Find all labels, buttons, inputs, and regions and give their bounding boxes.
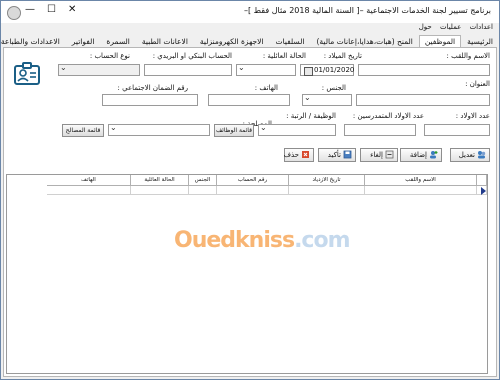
job-label: الوظيفة / الرتبة : bbox=[286, 112, 336, 120]
phone-label: الهاتف : bbox=[254, 84, 278, 92]
close-button[interactable]: ✕ bbox=[68, 4, 76, 15]
name-input[interactable] bbox=[358, 64, 490, 76]
users-icon bbox=[477, 150, 486, 159]
birth-date-value: 01/01/2020 bbox=[314, 66, 355, 74]
delete-icon bbox=[301, 150, 310, 159]
school-children-label: عدد الاولاد المتمدرسين : bbox=[352, 112, 424, 120]
cancel-button[interactable]: إلغاء bbox=[360, 148, 398, 162]
undo-icon bbox=[385, 150, 394, 159]
delete-button[interactable]: حذف bbox=[284, 148, 314, 162]
children-input[interactable] bbox=[424, 124, 490, 136]
address-label: العنوان : bbox=[465, 80, 490, 88]
title-bar: برنامج تسيير لجنة الخدمات الاجتماعية –[ … bbox=[1, 1, 499, 23]
window-title: برنامج تسيير لجنة الخدمات الاجتماعية –[ … bbox=[244, 6, 491, 15]
menu-bar: اعدادات عمليات حول bbox=[1, 23, 499, 34]
phone-input[interactable] bbox=[208, 94, 290, 106]
app-window: برنامج تسيير لجنة الخدمات الاجتماعية –[ … bbox=[0, 0, 500, 380]
confirm-label: تأكيد bbox=[327, 151, 341, 159]
edit-label: تعديل bbox=[458, 151, 475, 159]
add-user-icon bbox=[429, 150, 438, 159]
column-header-name[interactable]: الاسم واللقب bbox=[365, 175, 477, 186]
edit-button[interactable]: تعديل bbox=[450, 148, 490, 162]
address-input[interactable] bbox=[356, 94, 490, 106]
table-header: الاسم واللقب تاريخ الازدياد رقم الحساب ا… bbox=[7, 175, 487, 186]
column-header-gender[interactable]: الجنس bbox=[189, 175, 217, 186]
account-type-label: نوع الحساب : bbox=[89, 52, 130, 60]
current-row-indicator bbox=[481, 187, 486, 195]
job-select[interactable] bbox=[258, 123, 336, 136]
window-controls: — ☐ ✕ bbox=[25, 4, 76, 15]
name-label: الاسم واللقب : bbox=[446, 52, 490, 60]
watermark-logo: Ouedkniss.com bbox=[174, 228, 351, 253]
minimize-button[interactable]: — bbox=[25, 4, 35, 15]
tab-strip: الرئيسية الموظفين المنح (هبات،هدايا،إعان… bbox=[1, 35, 499, 48]
birth-date-label: تاريخ الميلاد : bbox=[323, 52, 362, 60]
gender-select[interactable] bbox=[302, 93, 352, 106]
school-children-input[interactable] bbox=[344, 124, 416, 136]
cancel-label: إلغاء bbox=[370, 151, 383, 159]
ssn-input[interactable] bbox=[102, 94, 198, 106]
bank-account-label: الحساب البنكي او البريدي : bbox=[152, 52, 232, 60]
departments-list-button[interactable]: قائمة المصالح bbox=[62, 124, 104, 137]
account-type-select[interactable] bbox=[58, 63, 140, 76]
column-header-phone[interactable]: الهاتف bbox=[47, 175, 131, 186]
menu-operations[interactable]: عمليات bbox=[440, 23, 461, 31]
calendar-icon[interactable] bbox=[304, 67, 313, 76]
gender-label: الجنس : bbox=[321, 84, 346, 92]
employees-table[interactable]: الاسم واللقب تاريخ الازدياد رقم الحساب ا… bbox=[6, 174, 488, 374]
column-header-account[interactable]: رقم الحساب bbox=[217, 175, 289, 186]
row-selector-header bbox=[477, 175, 487, 186]
menu-about[interactable]: حول bbox=[419, 23, 432, 31]
children-label: عدد الاولاد : bbox=[455, 112, 490, 120]
table-row[interactable] bbox=[7, 186, 487, 195]
employee-card-icon bbox=[12, 60, 42, 90]
bank-account-input[interactable] bbox=[144, 64, 232, 76]
column-header-birthdate[interactable]: تاريخ الازدياد bbox=[289, 175, 365, 186]
employees-panel: الاسم واللقب : تاريخ الميلاد : الحالة ال… bbox=[3, 47, 497, 377]
add-label: إضافة bbox=[409, 151, 427, 159]
column-header-marital[interactable]: الحالة العائلية bbox=[131, 175, 189, 186]
confirm-button[interactable]: تأكيد bbox=[318, 148, 356, 162]
menu-settings[interactable]: اعدادات bbox=[470, 23, 493, 31]
department-select[interactable] bbox=[108, 123, 210, 136]
marital-status-select[interactable] bbox=[236, 63, 296, 76]
ssn-label: رقم الضمان الاجتماعي : bbox=[117, 84, 188, 92]
delete-label: حذف bbox=[283, 151, 299, 159]
birth-date-input[interactable]: 01/01/2020 bbox=[300, 64, 354, 76]
jobs-list-button[interactable]: قائمة الوظائف bbox=[214, 124, 254, 137]
add-button[interactable]: إضافة bbox=[400, 148, 442, 162]
save-icon bbox=[343, 150, 352, 159]
app-icon bbox=[7, 6, 21, 20]
maximize-button[interactable]: ☐ bbox=[47, 4, 56, 15]
marital-status-label: الحالة العائلية : bbox=[262, 52, 306, 60]
